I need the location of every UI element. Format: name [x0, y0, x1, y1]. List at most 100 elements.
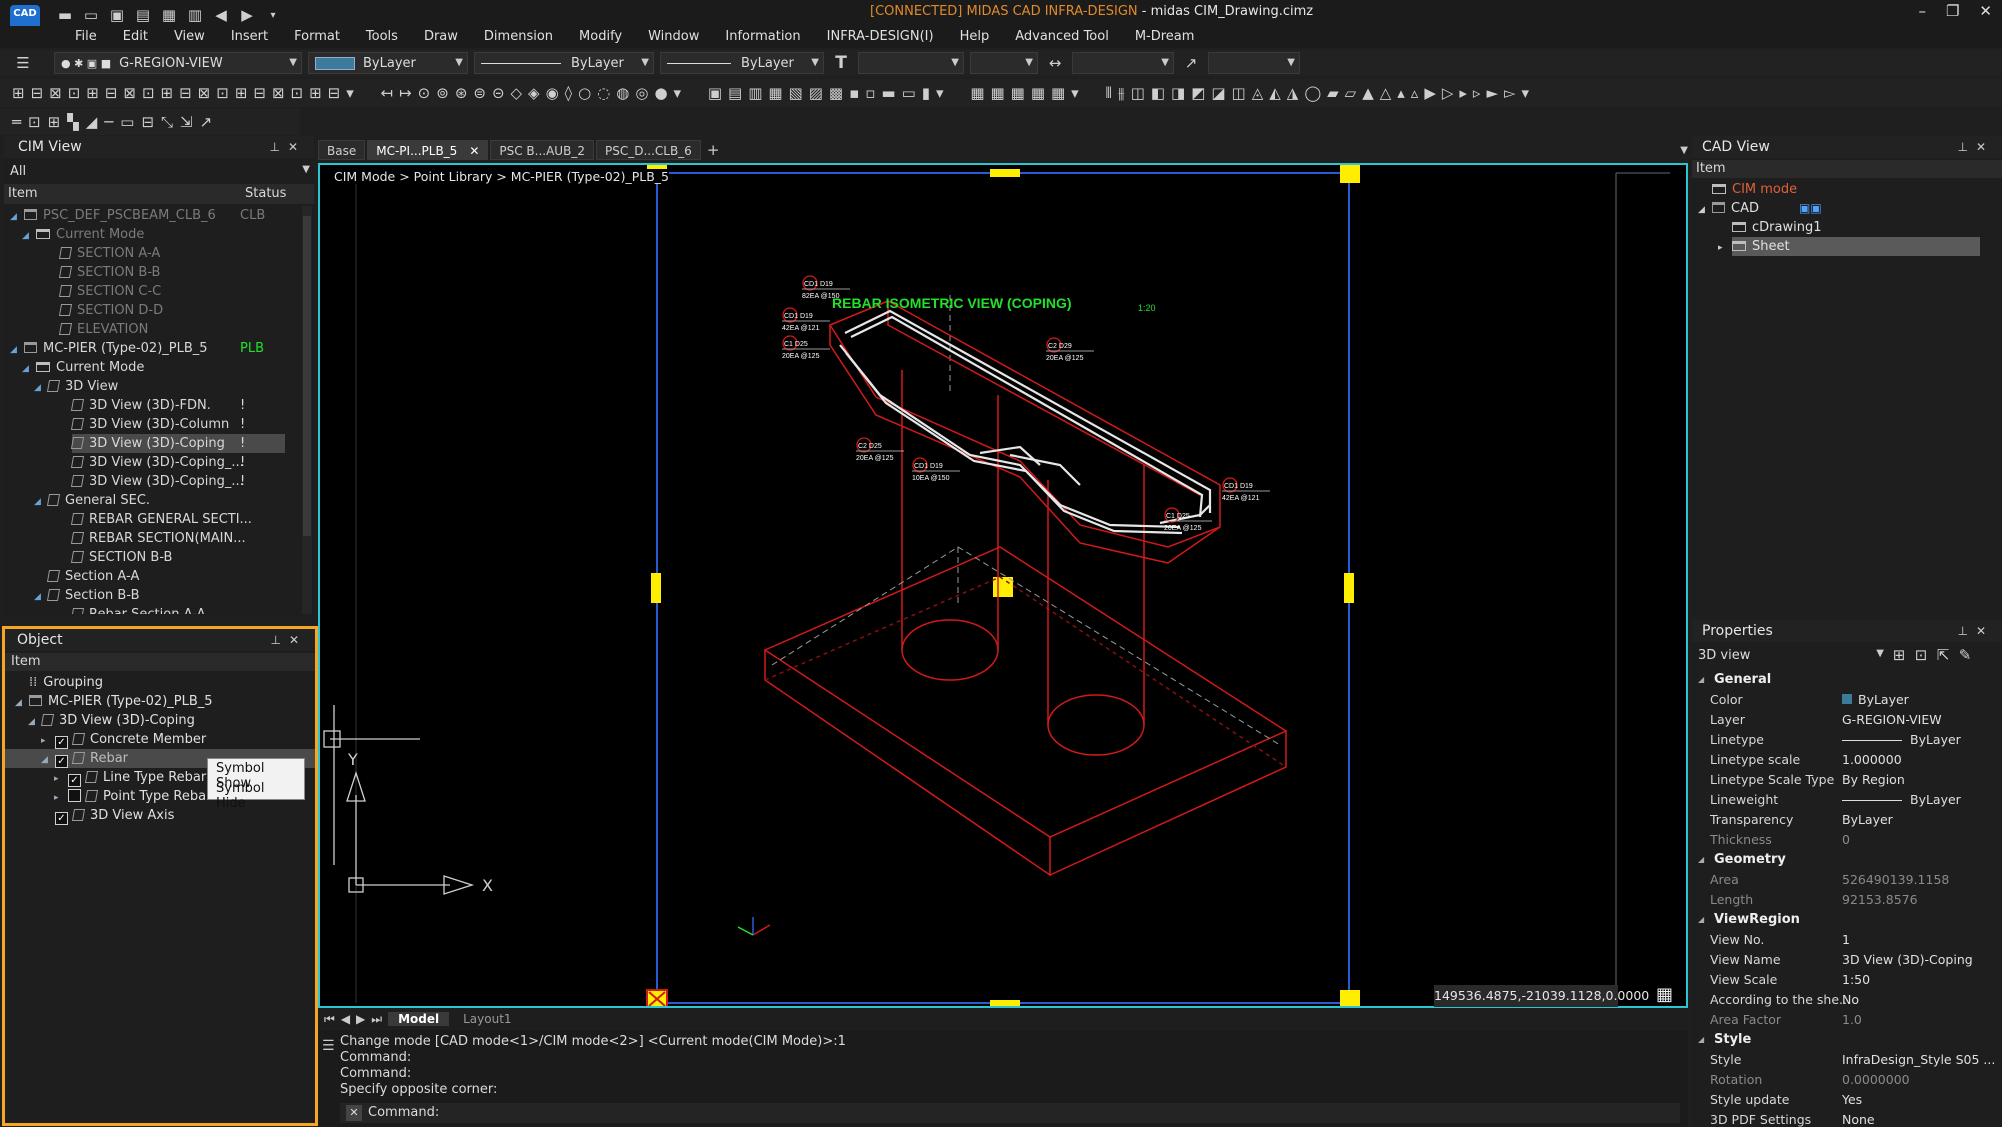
expand-icon[interactable]: [58, 415, 70, 434]
property-section-header[interactable]: Style: [1692, 1030, 1996, 1050]
multileader-style-icon[interactable]: ↗: [1180, 52, 1202, 74]
property-row[interactable]: Length 92153.8576: [1692, 890, 1996, 910]
tab-layout1[interactable]: Layout1: [455, 1012, 519, 1026]
symbol-hide-menu-item[interactable]: Symbol Hide: [208, 779, 304, 811]
cim-tree-item[interactable]: Section A-A: [4, 567, 300, 586]
undo-icon[interactable]: ◀: [210, 4, 232, 26]
expand-icon[interactable]: ◢: [1698, 199, 1710, 220]
cad-tree-item[interactable]: cDrawing1: [1692, 218, 1998, 237]
property-row[interactable]: Rotation 0.0000000: [1692, 1070, 1996, 1090]
minimize-icon[interactable]: –: [1918, 2, 1926, 20]
pin-icon[interactable]: ⊥: [270, 633, 288, 647]
menu-infra-design[interactable]: INFRA-DESIGN(I): [814, 26, 947, 48]
text-style-icon[interactable]: T: [830, 52, 852, 74]
visibility-checkbox[interactable]: [68, 789, 81, 802]
object-tree-item[interactable]: ◢ MC-PIER (Type-02)_PLB_5: [5, 692, 315, 711]
cim-tree-item[interactable]: SECTION B-B: [4, 548, 300, 567]
property-row[interactable]: View Name 3D View (3D)-Coping: [1692, 950, 1996, 970]
expand-icon[interactable]: ◢: [10, 206, 22, 227]
expand-icon[interactable]: [46, 263, 58, 282]
property-row[interactable]: View No. 1: [1692, 930, 1996, 950]
last-layout-icon[interactable]: ⏭: [371, 1012, 382, 1027]
property-section-header[interactable]: General: [1692, 670, 1996, 690]
cim-tree-item[interactable]: 3D View (3D)-Coping!: [4, 434, 300, 453]
tab-base[interactable]: Base: [318, 140, 366, 160]
menu-tools[interactable]: Tools: [353, 26, 411, 48]
menu-window[interactable]: Window: [635, 26, 712, 48]
expand-icon[interactable]: ▸: [54, 768, 66, 789]
open-file-icon[interactable]: ▭: [80, 4, 102, 26]
expand-icon[interactable]: ◢: [34, 491, 46, 512]
cim-tree-item[interactable]: 3D View (3D)-Coping_...!: [4, 472, 300, 491]
menu-view[interactable]: View: [161, 26, 218, 48]
expand-icon[interactable]: [58, 510, 70, 529]
property-row[interactable]: Style update Yes: [1692, 1090, 1996, 1110]
cim-tree-item[interactable]: SECTION B-B: [4, 263, 300, 282]
new-file-icon[interactable]: ▬: [54, 4, 76, 26]
expand-icon[interactable]: [1718, 218, 1730, 237]
property-row[interactable]: Linetype ByLayer: [1692, 730, 1996, 750]
view-command-icons[interactable]: ═⊡⊞▚◢─▭⊟⤡⇲↗: [12, 113, 219, 131]
tab-list-icon[interactable]: ▼: [1680, 145, 1688, 156]
expand-icon[interactable]: ◢: [28, 711, 40, 732]
cim-tree-item[interactable]: ◢ General SEC.: [4, 491, 300, 510]
expand-icon[interactable]: ◢: [15, 692, 27, 713]
cim-tree-item[interactable]: ◢ Current Mode: [4, 358, 300, 377]
prev-layout-icon[interactable]: ◀: [341, 1012, 350, 1026]
tab-psc-b[interactable]: PSC B...AUB_2: [490, 140, 594, 160]
property-row[interactable]: Area 526490139.1158: [1692, 870, 1996, 890]
grid-toggle-icon[interactable]: ▦: [1656, 985, 1676, 1005]
cim-tree-item[interactable]: SECTION C-C: [4, 282, 300, 301]
command-input-row[interactable]: ✕ Command:: [340, 1103, 1680, 1123]
cad-tree-item[interactable]: ◢ CAD ▣▣: [1692, 199, 1998, 218]
drawing-canvas[interactable]: CD1 D19 82EA @150 CD1 D19 42EA @121 C1 D25 20…: [318, 163, 1688, 1008]
plot-icon[interactable]: ▥: [184, 4, 206, 26]
symbol-show-menu-item[interactable]: Symbol Show: [208, 759, 304, 791]
expand-icon[interactable]: [46, 282, 58, 301]
tab-mc-pier[interactable]: MC-PI...PLB_5 ✕: [367, 140, 489, 160]
color-dropdown[interactable]: ByLayer ▼: [308, 52, 468, 74]
dim-style-dropdown[interactable]: ▼: [1072, 52, 1174, 74]
cim-tree-item[interactable]: ◢ Section B-B: [4, 586, 300, 605]
close-window-icon[interactable]: ✕: [1979, 2, 1992, 20]
property-row[interactable]: Linetype scale 1.000000: [1692, 750, 1996, 770]
menu-help[interactable]: Help: [947, 26, 1003, 48]
command-close-icon[interactable]: ✕: [346, 1105, 362, 1121]
object-tree-item[interactable]: ◢ 3D View (3D)-Coping: [5, 711, 315, 730]
text-style-dropdown[interactable]: ▼: [858, 52, 964, 74]
property-row[interactable]: Area Factor 1.0: [1692, 1010, 1996, 1030]
infra-command-icons-group-3[interactable]: ▣▤▥▦▧▨▩▪▫▬▭▮▾: [708, 84, 950, 102]
cim-tree-item[interactable]: ◢ 3D View: [4, 377, 300, 396]
expand-icon[interactable]: [58, 396, 70, 415]
cim-tree-item[interactable]: SECTION D-D: [4, 301, 300, 320]
infra-command-icons-group-1[interactable]: ⊞⊟⊠⊡⊞⊟⊠⊡⊞⊟⊠⊡⊞⊟⊠⊡⊞⊟▾: [12, 84, 360, 102]
cim-tree-item[interactable]: ◢ PSC_DEF_PSCBEAM_CLB_6 CLB: [4, 206, 300, 225]
visibility-checkbox[interactable]: ✓: [55, 812, 68, 825]
cim-tree-item[interactable]: Rebar Section A-A: [4, 605, 300, 614]
property-row[interactable]: Linetype Scale Type By Region: [1692, 770, 1996, 790]
close-panel-icon[interactable]: ✕: [289, 633, 307, 647]
cim-tree-item[interactable]: REBAR GENERAL SECTI...: [4, 510, 300, 529]
multileader-style-dropdown[interactable]: ▼: [1208, 52, 1300, 74]
close-tab-icon[interactable]: ✕: [469, 144, 479, 158]
menu-format[interactable]: Format: [281, 26, 353, 48]
menu-advanced-tool[interactable]: Advanced Tool: [1002, 26, 1122, 48]
expand-icon[interactable]: ◢: [41, 749, 53, 770]
menu-dimension[interactable]: Dimension: [471, 26, 566, 48]
cim-tree-item[interactable]: ◢ Current Mode: [4, 225, 300, 244]
menu-modify[interactable]: Modify: [566, 26, 635, 48]
property-row[interactable]: View Scale 1:50: [1692, 970, 1996, 990]
lineweight-dropdown[interactable]: ByLayer ▼: [660, 52, 824, 74]
add-tab-icon[interactable]: +: [707, 141, 720, 159]
expand-icon[interactable]: [34, 567, 46, 586]
expand-icon[interactable]: [58, 453, 70, 472]
expand-icon[interactable]: [58, 605, 70, 614]
print-icon[interactable]: ▦: [158, 4, 180, 26]
tab-model[interactable]: Model: [388, 1012, 450, 1026]
scrollbar-thumb[interactable]: [303, 216, 311, 536]
restore-icon[interactable]: ❐: [1946, 2, 1959, 20]
select-objects-icon[interactable]: ⇱: [1932, 644, 1954, 666]
expand-icon[interactable]: [58, 434, 70, 453]
cad-view-toggle-icons[interactable]: ▣▣: [1799, 201, 1822, 215]
cim-tree-item[interactable]: ◢ MC-PIER (Type-02)_PLB_5 PLB: [4, 339, 300, 358]
